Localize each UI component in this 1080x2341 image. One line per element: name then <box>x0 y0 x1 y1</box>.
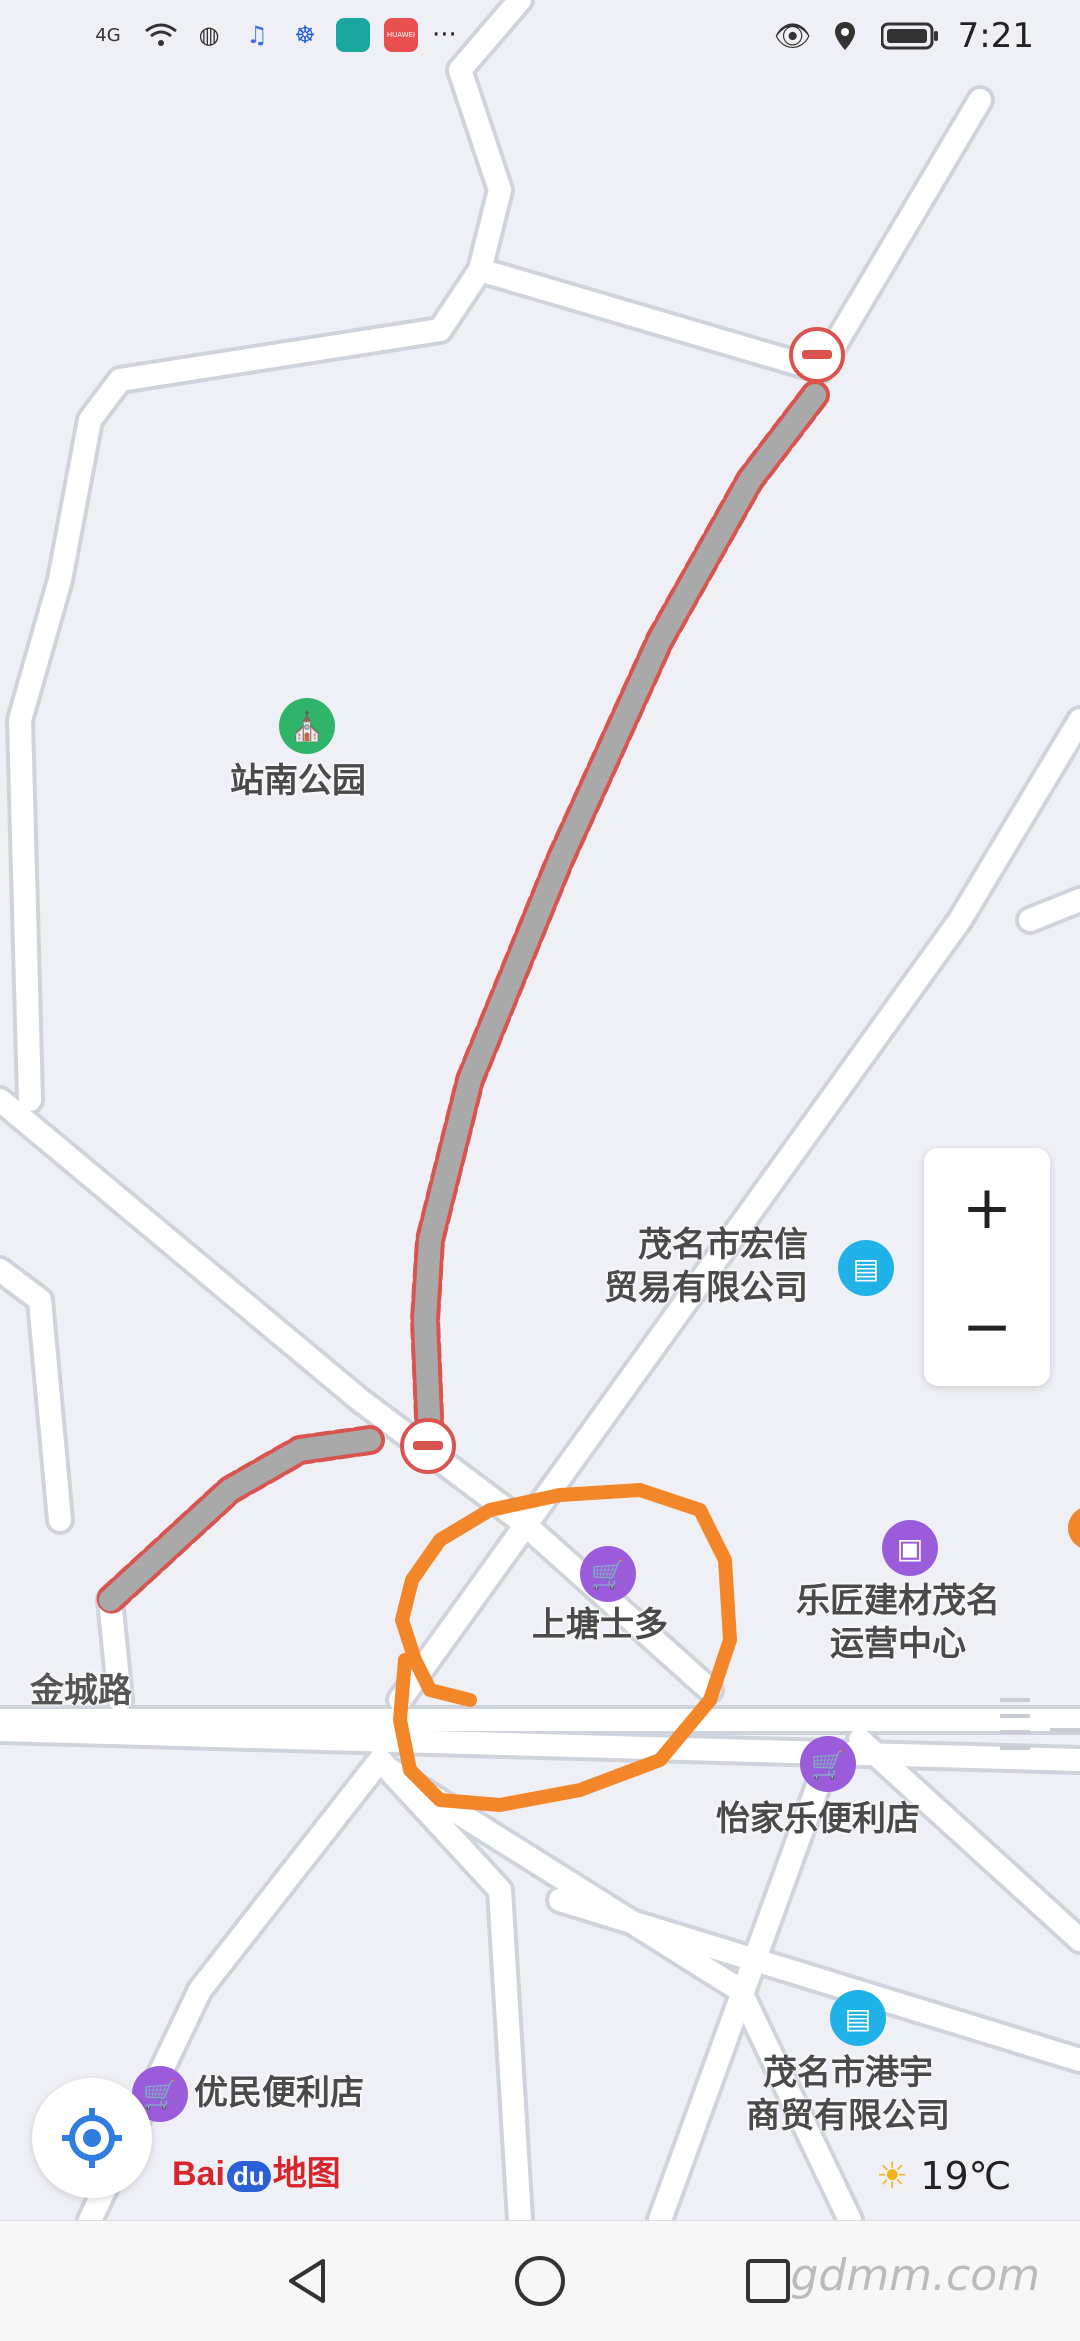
watermark: gdmm.com <box>790 2250 1040 2301</box>
zoom-out-button[interactable]: − <box>924 1267 1050 1386</box>
status-bar: 4G ◍ ♫ ☸ HUAWEI ··· 👁 7:21 <box>0 0 1080 80</box>
road-label-jincheng: 金城路 <box>30 1671 132 1711</box>
more-notifications-icon: ··· <box>432 20 457 50</box>
poi-label-youmin[interactable]: 优民便利店 <box>194 2072 364 2115</box>
camel-app-icon <box>336 18 370 52</box>
location-icon <box>828 19 862 53</box>
park-icon[interactable]: ⛪ <box>279 698 335 754</box>
sun-icon: ☀ <box>876 2155 909 2197</box>
wifi-icon <box>144 18 178 52</box>
clock: 7:21 <box>957 16 1034 56</box>
poi-label-lejiang[interactable]: 乐匠建材茂名 运营中心 <box>796 1580 1000 1665</box>
globe-app-icon: ◍ <box>198 21 220 49</box>
building-icon[interactable]: ▤ <box>830 1990 886 2046</box>
park-label[interactable]: 站南公园 <box>230 760 366 803</box>
mall-bag-icon[interactable]: ▣ <box>882 1520 938 1576</box>
zoom-in-button[interactable]: + <box>924 1148 1050 1267</box>
back-button[interactable] <box>278 2251 338 2311</box>
poi-label-yijiale[interactable]: 怡家乐便利店 <box>716 1798 920 1841</box>
baidu-app-icon: ☸ <box>294 21 316 49</box>
recents-square-icon <box>746 2259 790 2303</box>
recents-button[interactable] <box>738 2251 798 2311</box>
weather-widget[interactable]: ☀ 19℃ <box>876 2154 1011 2198</box>
building-icon[interactable]: ▤ <box>838 1240 894 1296</box>
poi-label-hongxin[interactable]: 茂名市宏信 贸易有限公司 <box>604 1224 808 1309</box>
cellular-signal-icon: 4G <box>95 24 121 46</box>
logo-paw-icon: du <box>226 2161 271 2192</box>
poi-label-shangtang[interactable]: 上塘士多 <box>532 1604 668 1647</box>
home-button[interactable] <box>510 2251 570 2311</box>
battery-icon <box>880 19 940 53</box>
logo-map: 地图 <box>272 2155 341 2193</box>
no-entry-icon <box>400 1418 456 1474</box>
poi-label-gangyu[interactable]: 茂名市港宇 商贸有限公司 <box>746 2052 950 2137</box>
shop-cart-icon[interactable]: 🛒 <box>580 1546 636 1602</box>
back-triangle-icon <box>289 2259 325 2303</box>
zoom-controls: + − <box>924 1148 1050 1386</box>
crosshair-icon <box>62 2108 122 2168</box>
temperature: 19℃ <box>920 2154 1012 2198</box>
music-app-icon: ♫ <box>246 21 268 49</box>
shop-cart-icon[interactable]: 🛒 <box>800 1736 856 1792</box>
baidu-map-logo: Bai du 地图 <box>172 2146 341 2195</box>
huawei-app-icon: HUAWEI <box>384 18 418 52</box>
map-canvas[interactable] <box>0 0 1080 2220</box>
no-entry-icon <box>789 327 845 383</box>
logo-bai: Bai <box>172 2155 225 2193</box>
locate-me-button[interactable] <box>32 2078 152 2198</box>
eye-icon: 👁 <box>773 18 812 54</box>
home-circle-icon <box>515 2256 565 2306</box>
